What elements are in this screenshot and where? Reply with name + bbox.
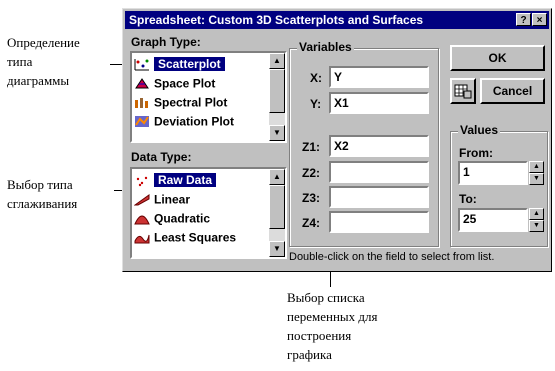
- spin-up-icon[interactable]: ▲: [529, 161, 544, 173]
- linear-icon: [133, 193, 150, 206]
- raw-data-icon: [134, 174, 150, 187]
- spin-down-icon[interactable]: ▼: [529, 173, 544, 185]
- graph-type-list[interactable]: Scatterplot Space Plot Spectral Plot Dev…: [130, 51, 287, 143]
- scroll-thumb[interactable]: [269, 185, 285, 229]
- from-spinner[interactable]: ▲ ▼: [529, 161, 544, 185]
- data-type-list[interactable]: Raw Data Linear Quadratic Least Squares …: [130, 167, 287, 259]
- data-type-scrollbar[interactable]: ▲ ▼: [269, 169, 285, 257]
- variables-group-label: Variables: [297, 40, 354, 54]
- list-item-raw-data[interactable]: Raw Data: [134, 171, 218, 190]
- to-spinner[interactable]: ▲ ▼: [529, 208, 544, 232]
- scroll-down-button[interactable]: ▼: [269, 241, 285, 257]
- least-squares-icon: [134, 231, 150, 244]
- ok-button[interactable]: OK: [450, 45, 545, 71]
- list-item-spectral-plot[interactable]: Spectral Plot: [134, 93, 227, 112]
- annotation-line: Выбор типа: [7, 177, 73, 192]
- y-variable-field[interactable]: X1: [329, 92, 429, 114]
- help-button[interactable]: ?: [516, 13, 531, 26]
- variables-button[interactable]: [450, 78, 476, 104]
- scroll-up-button[interactable]: ▲: [269, 169, 285, 185]
- x-variable-field[interactable]: Y: [329, 66, 429, 88]
- data-type-label: Data Type:: [131, 150, 192, 164]
- z2-label: Z2:: [302, 166, 320, 180]
- dialog-title: Spreadsheet: Custom 3D Scatterplots and …: [129, 13, 424, 27]
- close-button[interactable]: ×: [532, 13, 547, 26]
- dialog-window: Spreadsheet: Custom 3D Scatterplots and …: [122, 8, 552, 272]
- z3-variable-field[interactable]: [329, 186, 429, 208]
- list-item-space-plot[interactable]: Space Plot: [134, 74, 215, 93]
- graph-type-scrollbar[interactable]: ▲ ▼: [269, 53, 285, 141]
- annotation-graph-type: Определение типа диаграммы: [7, 33, 80, 90]
- quadratic-icon: [134, 212, 150, 225]
- list-item-linear[interactable]: Linear: [133, 190, 190, 209]
- spectral-plot-icon: [134, 96, 150, 109]
- spin-down-icon[interactable]: ▼: [529, 220, 544, 232]
- z4-label: Z4:: [302, 216, 320, 230]
- annotation-variables: Выбор списка переменных для построения г…: [287, 288, 377, 364]
- from-label: From:: [459, 146, 493, 160]
- z2-variable-field[interactable]: [329, 161, 429, 183]
- annotation-line: переменных для: [287, 309, 378, 324]
- scroll-thumb[interactable]: [269, 69, 285, 113]
- z4-variable-field[interactable]: [329, 211, 429, 233]
- to-label: To:: [459, 192, 477, 206]
- hint-text: Double-click on the field to select from…: [289, 251, 495, 263]
- list-item-scatterplot[interactable]: Scatterplot: [134, 55, 226, 74]
- annotation-line: типа: [7, 54, 33, 69]
- graph-type-label: Graph Type:: [131, 35, 201, 49]
- variables-table-icon: [454, 84, 472, 102]
- pointer-line-graph-type-h: [110, 64, 111, 65]
- z3-label: Z3:: [302, 191, 320, 205]
- annotation-line: Определение: [7, 35, 80, 50]
- z1-variable-field[interactable]: X2: [329, 135, 429, 157]
- values-group-label: Values: [458, 123, 501, 137]
- to-field[interactable]: 25: [458, 208, 528, 232]
- annotation-line: Выбор списка: [287, 290, 365, 305]
- scroll-down-button[interactable]: ▼: [269, 125, 285, 141]
- scroll-up-button[interactable]: ▲: [269, 53, 285, 69]
- cancel-button[interactable]: Cancel: [480, 78, 545, 104]
- scatterplot-icon: [134, 58, 150, 72]
- annotation-line: графика: [287, 347, 332, 362]
- title-bar: Spreadsheet: Custom 3D Scatterplots and …: [125, 11, 549, 29]
- annotation-line: сглаживания: [7, 196, 78, 211]
- list-item-least-squares[interactable]: Least Squares: [134, 228, 236, 247]
- annotation-line: диаграммы: [7, 73, 70, 88]
- list-item-quadratic[interactable]: Quadratic: [134, 209, 210, 228]
- list-item-deviation-plot[interactable]: Deviation Plot: [134, 112, 234, 131]
- x-label: X:: [310, 71, 322, 85]
- annotation-smoothing: Выбор типа сглаживания: [7, 175, 77, 213]
- space-plot-icon: [134, 77, 150, 90]
- spin-up-icon[interactable]: ▲: [529, 208, 544, 220]
- from-field[interactable]: 1: [458, 161, 528, 185]
- z1-label: Z1:: [302, 140, 320, 154]
- y-label: Y:: [310, 97, 322, 111]
- deviation-plot-icon: [134, 115, 150, 128]
- annotation-line: построения: [287, 328, 352, 343]
